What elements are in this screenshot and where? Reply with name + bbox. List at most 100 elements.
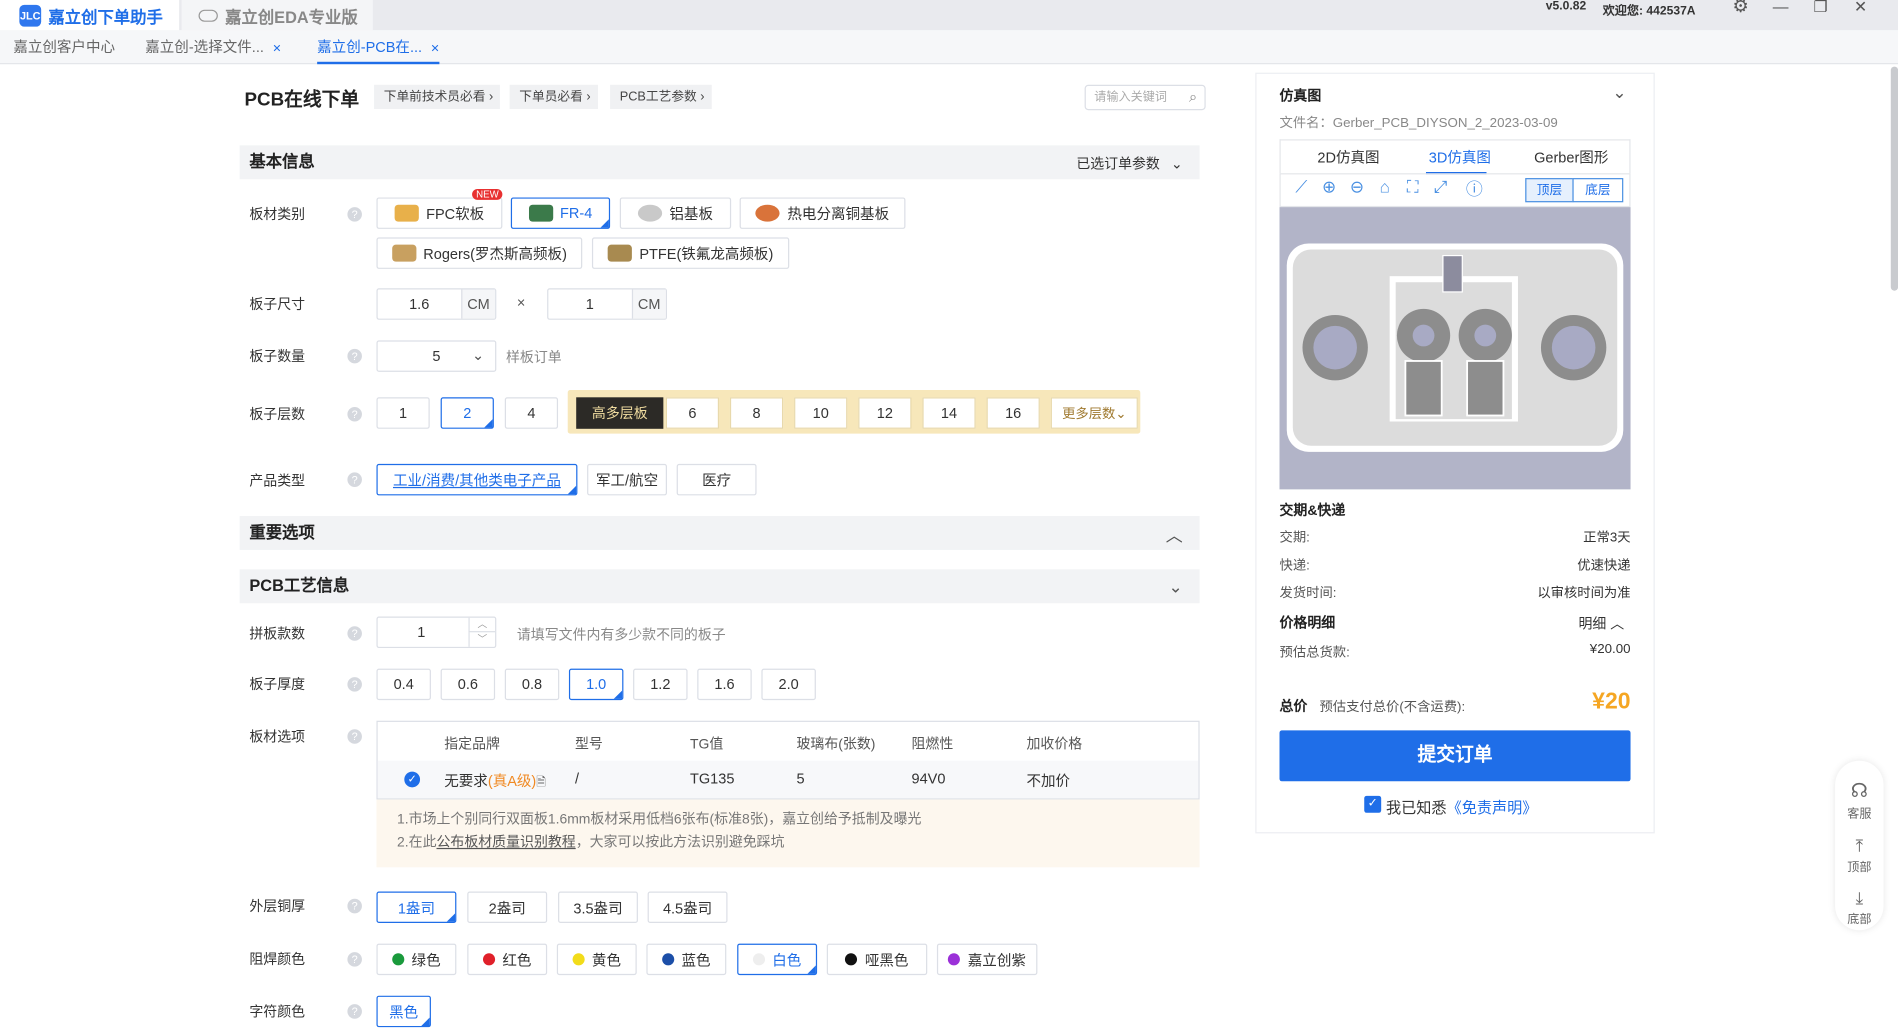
close-icon[interactable]: ✕ [1848, 0, 1872, 17]
document-icon[interactable]: 🗎 [536, 776, 546, 789]
copper-1oz[interactable]: 1盎司 [376, 891, 457, 924]
app-tab-order-assistant[interactable]: JLC 嘉立创下单助手 [0, 0, 180, 31]
layer-top-toggle[interactable]: 顶层 [1525, 178, 1574, 203]
tab-3d[interactable]: 3D仿真图 [1402, 141, 1518, 175]
help-circle-icon[interactable]: ⓘ [1465, 177, 1484, 201]
restore-icon[interactable]: ❐ [1808, 0, 1832, 17]
mask-yellow[interactable]: 黄色 [556, 943, 637, 976]
app-tab-eda[interactable]: 嘉立创EDA专业版 [181, 0, 373, 31]
thickness-1-2[interactable]: 1.2 [633, 668, 688, 701]
tutorial-link[interactable]: 公布板材质量识别教程 [436, 836, 575, 851]
thickness-1-0[interactable]: 1.0 [568, 668, 624, 701]
thickness-0-8[interactable]: 0.8 [504, 668, 560, 701]
layer-1[interactable]: 1 [376, 397, 430, 429]
layer-bottom-toggle[interactable]: 底层 [1572, 178, 1624, 203]
material-thermal-copper[interactable]: 热电分离铜基板 [739, 197, 906, 229]
layer-12[interactable]: 12 [858, 397, 912, 429]
layer-2[interactable]: 2 [440, 397, 494, 429]
zoom-out-icon[interactable]: ⊖ [1347, 177, 1366, 198]
material-fr4[interactable]: FR-4 [510, 197, 611, 229]
qty-select[interactable]: 5 ⌄ [376, 340, 497, 372]
mask-blue[interactable]: 蓝色 [646, 943, 727, 976]
close-tab-icon[interactable]: ✕ [272, 42, 281, 54]
measure-icon[interactable]: ⟋ [1292, 177, 1311, 198]
help-icon[interactable]: ? [347, 626, 362, 641]
material-aluminum[interactable]: 铝基板 [619, 197, 732, 229]
help-icon[interactable]: ? [347, 1004, 362, 1019]
selected-params-toggle[interactable]: 已选订单参数 ⌄ [1076, 154, 1182, 173]
size-width-input[interactable]: 1.6 CM [376, 288, 497, 320]
help-icon[interactable]: ? [347, 406, 362, 422]
pcb-3d-viewer[interactable] [1279, 207, 1631, 490]
copper-3-5oz[interactable]: 3.5盎司 [558, 891, 638, 924]
tab-pcb-order[interactable]: 嘉立创-PCB在... ✕ [317, 30, 440, 65]
close-tab-icon[interactable]: ✕ [431, 42, 440, 54]
help-icon[interactable]: ? [347, 952, 362, 967]
crumb-pcb-params[interactable]: PCB工艺参数 › [610, 84, 712, 110]
search-icon[interactable]: ⌕ [1189, 86, 1197, 109]
mask-white[interactable]: 白色 [737, 943, 818, 976]
tab-select-file[interactable]: 嘉立创-选择文件... ✕ [145, 30, 281, 64]
silk-black[interactable]: 黑色 [376, 995, 431, 1028]
minimize-icon[interactable]: — [1769, 0, 1793, 17]
copper-4-5oz[interactable]: 4.5盎司 [647, 891, 728, 924]
thickness-0-4[interactable]: 0.4 [376, 668, 431, 701]
mask-matte-black[interactable]: 哑黑色 [826, 943, 928, 976]
thickness-1-6[interactable]: 1.6 [697, 668, 752, 701]
thickness-2-0[interactable]: 2.0 [761, 668, 816, 701]
panel-count-stepper[interactable]: 1 ︿ ﹀ [376, 616, 497, 649]
help-icon[interactable]: ? [347, 898, 362, 914]
table-row[interactable]: ✓ 无要求(真A级)🗎 / TG135 5 94V0 不加价 [377, 760, 1199, 799]
mask-jlc-purple[interactable]: 嘉立创紫 [936, 943, 1038, 976]
product-medical[interactable]: 医疗 [676, 463, 757, 496]
thickness-0-6[interactable]: 0.6 [440, 668, 496, 701]
scrollbar-thumb[interactable] [1890, 66, 1898, 291]
submit-order-button[interactable]: 提交订单 [1279, 730, 1631, 782]
help-icon[interactable]: ? [347, 677, 362, 692]
mask-red[interactable]: 红色 [467, 943, 548, 976]
increment-icon[interactable]: ︿ [468, 617, 496, 633]
check-circle-icon[interactable]: ✓ [404, 771, 421, 788]
tab-2d[interactable]: 2D仿真图 [1290, 141, 1406, 175]
agree-checkbox[interactable]: ✓ [1364, 795, 1382, 813]
tab-gerber[interactable]: Gerber图形 [1513, 141, 1629, 175]
chevron-down-icon[interactable]: ⌄ [1612, 82, 1626, 103]
layer-8[interactable]: 8 [729, 397, 784, 429]
price-detail-toggle[interactable]: 明细 ︿ [1578, 614, 1624, 633]
section-pcb-process[interactable]: PCB工艺信息 ⌄ [239, 569, 1200, 604]
settings-gear-icon[interactable]: ⚙ [1729, 0, 1753, 17]
more-layers-dropdown[interactable]: 更多层数 ⌄ [1050, 397, 1138, 429]
decrement-icon[interactable]: ﹀ [468, 632, 495, 647]
customer-service-button[interactable]: ☊ 客服 [1842, 779, 1876, 821]
material-fpc[interactable]: FPC软板 NEW [376, 188, 503, 229]
help-icon[interactable]: ? [347, 729, 362, 744]
layer-16[interactable]: 16 [986, 397, 1040, 429]
help-icon[interactable]: ? [347, 348, 362, 364]
copper-2oz[interactable]: 2盎司 [467, 891, 548, 924]
home-icon[interactable]: ⌂ [1375, 177, 1394, 196]
section-important[interactable]: 重要选项 ︿ [239, 516, 1200, 550]
disclaimer-link[interactable]: 《免责声明》 [1447, 799, 1538, 816]
to-top-button[interactable]: ⤒ 顶部 [1842, 836, 1876, 875]
search-input[interactable]: 请输入关键词 ⌕ [1084, 84, 1206, 111]
zoom-in-icon[interactable]: ⊕ [1319, 177, 1338, 198]
layer-14[interactable]: 14 [922, 397, 976, 429]
product-industrial[interactable]: 工业/消费/其他类电子产品 [376, 463, 578, 496]
crumb-order-must-read[interactable]: 下单员必看 › [509, 84, 598, 110]
tab-customer-center[interactable]: 嘉立创客户中心 [13, 30, 115, 64]
material-rogers[interactable]: Rogers(罗杰斯高频板) [376, 237, 583, 269]
layer-4[interactable]: 4 [504, 397, 559, 429]
crumb-tech-must-read[interactable]: 下单前技术员必看 › [374, 84, 501, 110]
product-military[interactable]: 军工/航空 [587, 463, 667, 496]
help-icon[interactable]: ? [347, 472, 362, 487]
size-height-input[interactable]: 1 CM [547, 288, 667, 320]
help-icon[interactable]: ? [347, 207, 362, 222]
to-bottom-button[interactable]: ⤓ 底部 [1842, 888, 1876, 927]
mask-green[interactable]: 绿色 [376, 943, 457, 976]
layer-10[interactable]: 10 [794, 397, 848, 429]
fit-icon[interactable]: ⛶ [1403, 177, 1422, 198]
layer-6[interactable]: 6 [665, 397, 720, 429]
material-ptfe[interactable]: PTFE(铁氟龙高频板) [591, 237, 790, 269]
tab-label: 3D仿真图 [1428, 148, 1491, 166]
fullscreen-icon[interactable]: ⤢ [1431, 177, 1450, 198]
